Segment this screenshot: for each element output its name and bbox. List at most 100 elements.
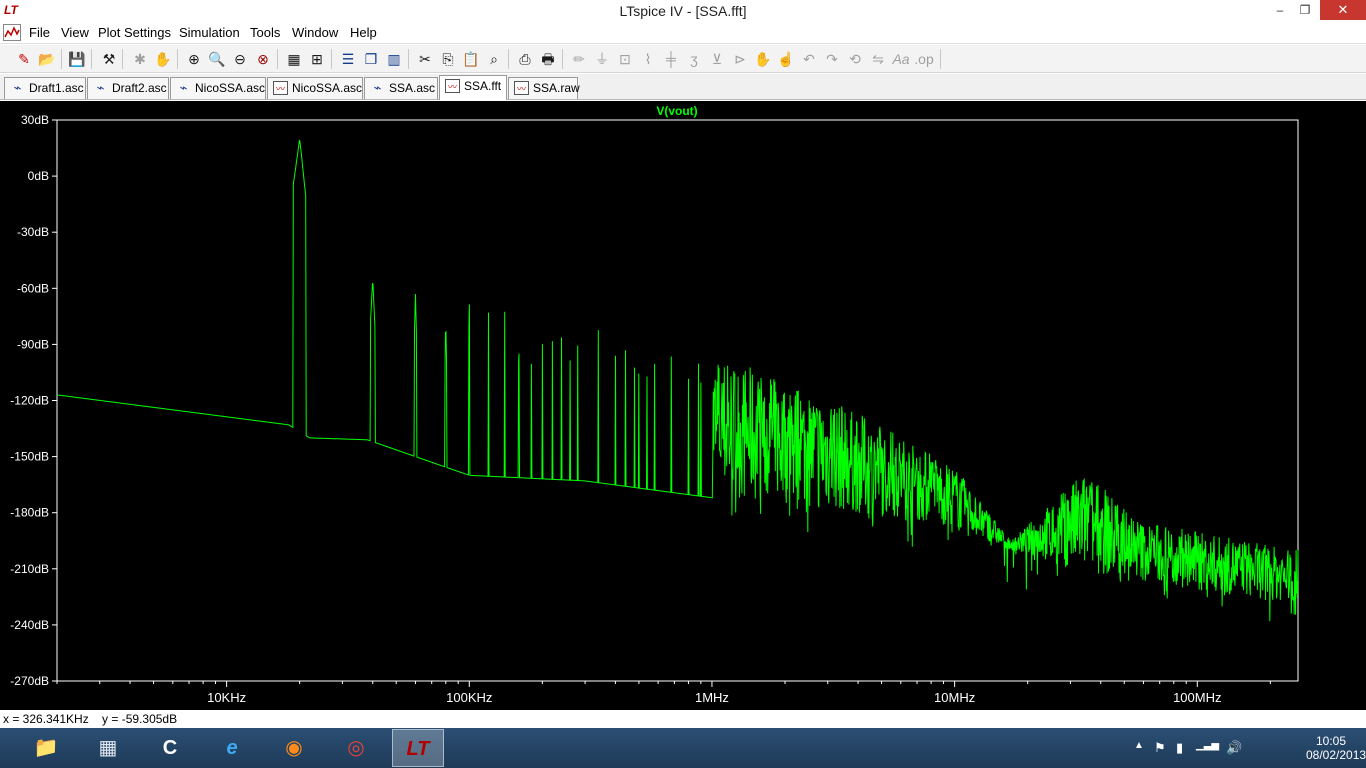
system-tray: ▲ ⚑ ▮ ▁▃▅ 🔊 10:05 08/02/2013 <box>1130 728 1366 768</box>
label-icon[interactable]: ⊡ <box>615 49 635 69</box>
component-icon[interactable]: ⊳ <box>730 49 750 69</box>
tab-nicossa-asc[interactable]: ⌁ NicoSSA.asc <box>170 77 266 99</box>
maximize-button[interactable]: ❐ <box>1290 0 1320 20</box>
halt-icon[interactable]: ✋ <box>153 49 173 69</box>
menu-tools[interactable]: Tools <box>247 25 283 41</box>
zoom-in-icon[interactable]: ⊕ <box>184 49 204 69</box>
menu-window[interactable]: Window <box>289 25 341 41</box>
cut-icon[interactable]: ✂ <box>415 49 435 69</box>
waveform-icon: 〰 <box>273 81 288 95</box>
menu-bar: File View Plot Settings Simulation Tools… <box>0 22 1366 63</box>
tile-vertical-icon[interactable]: ▥ <box>384 49 404 69</box>
new-schematic-icon[interactable]: ✎ <box>14 49 34 69</box>
menu-help[interactable]: Help <box>347 25 380 41</box>
y-axis: 30dB 0dB -30dB -60dB -90dB -120dB -150dB -180dB… <box>10 113 57 688</box>
cascade-icon[interactable]: ❐ <box>361 49 381 69</box>
document-tab-bar: ⌁ Draft1.asc ⌁ Draft2.asc ⌁ NicoSSA.asc … <box>0 74 1366 100</box>
tab-ssa-asc[interactable]: ⌁ SSA.asc <box>364 77 438 99</box>
find-icon[interactable]: ⌕ <box>484 49 504 69</box>
trace-label-vout[interactable]: V(vout) <box>656 104 697 118</box>
spice-directive-icon[interactable]: .op <box>914 49 934 69</box>
menu-view[interactable]: View <box>58 25 92 41</box>
y-tick-label: -90dB <box>17 337 49 351</box>
firefox-icon[interactable]: ◉ <box>268 729 320 767</box>
rotate-icon[interactable]: ⟲ <box>845 49 865 69</box>
y-tick-label: -180dB <box>10 506 49 520</box>
zoom-out-icon[interactable]: 🔍 <box>207 49 227 69</box>
tab-draft2-asc[interactable]: ⌁ Draft2.asc <box>87 77 169 99</box>
move-icon[interactable]: ✋ <box>753 49 773 69</box>
text-icon[interactable]: Aa <box>891 49 911 69</box>
network-signal-icon[interactable]: ▁▃▅ <box>1196 740 1219 751</box>
tab-label: NicoSSA.asc <box>292 81 363 95</box>
schematic-icon: ⌁ <box>179 80 188 95</box>
calculator-icon[interactable]: ▦ <box>82 729 134 767</box>
save-icon[interactable]: 💾 <box>67 49 87 69</box>
tab-label: NicoSSA.asc <box>195 81 266 95</box>
paste-icon[interactable]: 📋 <box>461 49 481 69</box>
wire-icon[interactable]: ✏ <box>569 49 589 69</box>
action-center-icon[interactable]: ⚑ <box>1154 740 1166 756</box>
capacitor-icon[interactable]: ╪ <box>661 49 681 69</box>
open-icon[interactable]: 📂 <box>37 49 57 69</box>
trace-vout <box>56 140 1299 622</box>
diode-icon[interactable]: ⊻ <box>707 49 727 69</box>
tab-label: SSA.asc <box>389 81 436 95</box>
internet-explorer-icon[interactable]: e <box>206 729 258 767</box>
ground-icon[interactable]: ⏚ <box>592 49 612 69</box>
y-tick-label: -210dB <box>10 562 49 576</box>
resistor-icon[interactable]: ⌇ <box>638 49 658 69</box>
undo-icon[interactable]: ↶ <box>799 49 819 69</box>
redo-icon[interactable]: ↷ <box>822 49 842 69</box>
tab-ssa-raw[interactable]: 〰 SSA.raw <box>508 77 580 99</box>
waveform-plot-pane[interactable]: V(vout) 30dB 0dB -30dB -60dB -90dB -120dB -150… <box>0 101 1366 710</box>
clock[interactable]: 10:05 08/02/2013 <box>1306 734 1366 762</box>
status-bar: x = 326.341KHz y = -59.305dB <box>0 710 1366 728</box>
menu-plot-settings[interactable]: Plot Settings <box>95 25 174 41</box>
ccleaner-icon[interactable]: C <box>144 729 196 767</box>
waveform-icon: 〰 <box>514 81 529 95</box>
title-bar: LT LTspice IV - [SSA.fft] – ❐ ✕ <box>0 0 1366 22</box>
print-icon[interactable]: 🖶 <box>538 49 558 69</box>
x-tick-label: 100MHz <box>1173 690 1221 705</box>
window-title: LTspice IV - [SSA.fft] <box>619 3 747 19</box>
tab-label: Draft2.asc <box>112 81 167 95</box>
run-icon[interactable]: ✱ <box>130 49 150 69</box>
mirror-icon[interactable]: ⇋ <box>868 49 888 69</box>
file-explorer-icon[interactable]: 📁 <box>20 729 72 767</box>
y-tick-label: -150dB <box>10 450 49 464</box>
tab-nicossa-waveform[interactable]: 〰 NicoSSA.asc <box>267 77 363 99</box>
menu-file[interactable]: File <box>26 25 53 41</box>
tile-horizontal-icon[interactable]: ☰ <box>338 49 358 69</box>
battery-icon[interactable]: ▮ <box>1176 740 1183 756</box>
copy-icon[interactable]: ⎘ <box>438 49 458 69</box>
y-tick-label: -120dB <box>10 394 49 408</box>
trace-line <box>56 140 1299 622</box>
close-button[interactable]: ✕ <box>1320 0 1366 20</box>
cursor-plot-icon[interactable]: ⊞ <box>307 49 327 69</box>
y-tick-label: -60dB <box>17 281 49 295</box>
windows-taskbar: 📁 ▦ C e ◉ ◎ LT ▲ ⚑ ▮ ▁▃▅ 🔊 10:05 08/02/2… <box>0 728 1366 768</box>
zoom-full-icon[interactable]: ⊗ <box>253 49 273 69</box>
y-tick-label: -270dB <box>10 674 49 688</box>
ltspice-icon[interactable]: LT <box>392 729 444 767</box>
fft-chart[interactable]: V(vout) 30dB 0dB -30dB -60dB -90dB -120dB -150… <box>0 101 1366 710</box>
show-hidden-icons-icon[interactable]: ▲ <box>1134 740 1144 751</box>
autorange-icon[interactable]: ▦ <box>284 49 304 69</box>
control-panel-icon[interactable]: ⚒ <box>99 49 119 69</box>
chrome-icon[interactable]: ◎ <box>330 729 382 767</box>
drag-icon[interactable]: ☝ <box>776 49 796 69</box>
waveform-window-icon[interactable] <box>3 24 21 41</box>
tab-draft1-asc[interactable]: ⌁ Draft1.asc <box>4 77 86 99</box>
clock-time: 10:05 <box>1315 734 1347 748</box>
y-tick-label: 30dB <box>21 113 49 127</box>
volume-icon[interactable]: 🔊 <box>1226 740 1242 756</box>
zoom-back-icon[interactable]: ⊖ <box>230 49 250 69</box>
menu-simulation[interactable]: Simulation <box>176 25 243 41</box>
print-preview-icon[interactable]: ⎙ <box>515 49 535 69</box>
inductor-icon[interactable]: ʒ <box>684 49 704 69</box>
schematic-icon: ⌁ <box>13 80 22 95</box>
tab-ssa-fft[interactable]: 〰 SSA.fft <box>439 75 507 100</box>
y-tick-label: 0dB <box>28 169 49 183</box>
waveform-icon: 〰 <box>445 79 460 93</box>
